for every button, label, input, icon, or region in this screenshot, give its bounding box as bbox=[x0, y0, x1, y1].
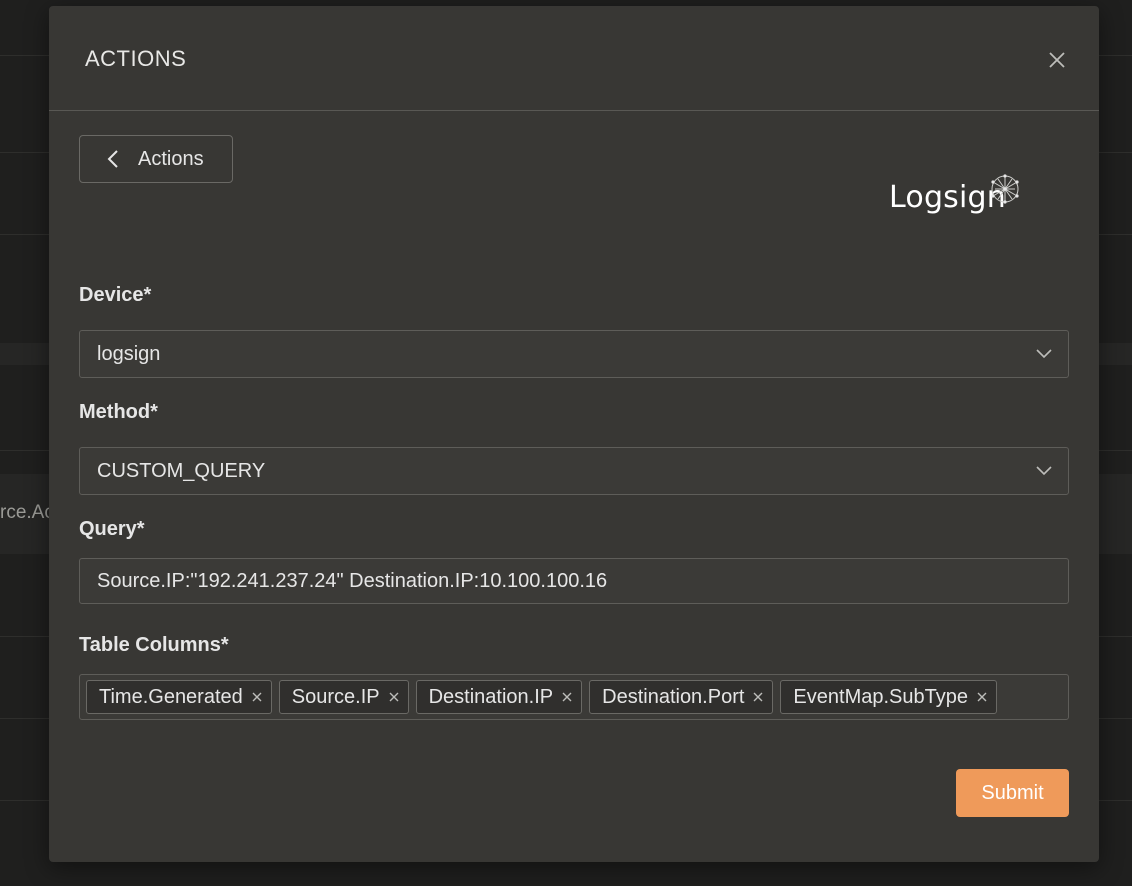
close-icon bbox=[753, 692, 763, 702]
chevron-left-icon bbox=[107, 150, 118, 168]
close-icon bbox=[389, 692, 399, 702]
tag-label: Source.IP bbox=[291, 685, 380, 708]
tag-label: EventMap.SubType bbox=[793, 685, 968, 708]
remove-tag-button[interactable] bbox=[388, 691, 400, 703]
close-icon bbox=[1049, 52, 1065, 68]
column-tag: Time.Generated bbox=[86, 680, 272, 714]
chevron-down-icon bbox=[1036, 349, 1052, 359]
query-input[interactable] bbox=[79, 558, 1069, 604]
tag-label: Destination.IP bbox=[428, 685, 554, 708]
tag-label: Destination.Port bbox=[602, 685, 745, 708]
network-globe-icon bbox=[991, 174, 1019, 204]
remove-tag-button[interactable] bbox=[251, 691, 263, 703]
remove-tag-button[interactable] bbox=[561, 691, 573, 703]
method-select[interactable]: CUSTOM_QUERY bbox=[79, 447, 1069, 495]
column-tag: Destination.Port bbox=[589, 680, 774, 714]
submit-button[interactable]: Submit bbox=[956, 769, 1069, 817]
modal-title: ACTIONS bbox=[85, 46, 187, 71]
bg-partial-text: rce.Ac bbox=[0, 502, 54, 523]
device-selected-value: logsign bbox=[97, 342, 161, 365]
back-to-actions-button[interactable]: Actions bbox=[79, 135, 233, 183]
table-columns-label: Table Columns* bbox=[79, 634, 229, 656]
back-button-label: Actions bbox=[138, 147, 204, 170]
close-icon bbox=[977, 692, 987, 702]
table-columns-select[interactable]: Time.Generated Source.IP Destination.IP … bbox=[79, 674, 1069, 720]
close-button[interactable] bbox=[1043, 46, 1071, 74]
tag-label: Time.Generated bbox=[99, 685, 243, 708]
logsign-logo: Logsign bbox=[889, 172, 1029, 222]
device-label: Device* bbox=[79, 284, 152, 306]
method-label: Method* bbox=[79, 401, 158, 423]
remove-tag-button[interactable] bbox=[752, 691, 764, 703]
chevron-down-icon bbox=[1036, 466, 1052, 476]
column-tag: EventMap.SubType bbox=[780, 680, 997, 714]
close-icon bbox=[252, 692, 262, 702]
modal-header: ACTIONS bbox=[49, 6, 1099, 111]
method-selected-value: CUSTOM_QUERY bbox=[97, 459, 266, 482]
column-tag: Destination.IP bbox=[415, 680, 583, 714]
close-icon bbox=[562, 692, 572, 702]
device-select[interactable]: logsign bbox=[79, 330, 1069, 378]
remove-tag-button[interactable] bbox=[976, 691, 988, 703]
column-tag: Source.IP bbox=[278, 680, 409, 714]
actions-modal: ACTIONS Actions Logsign Device* logsign … bbox=[49, 6, 1099, 862]
query-label: Query* bbox=[79, 518, 145, 540]
